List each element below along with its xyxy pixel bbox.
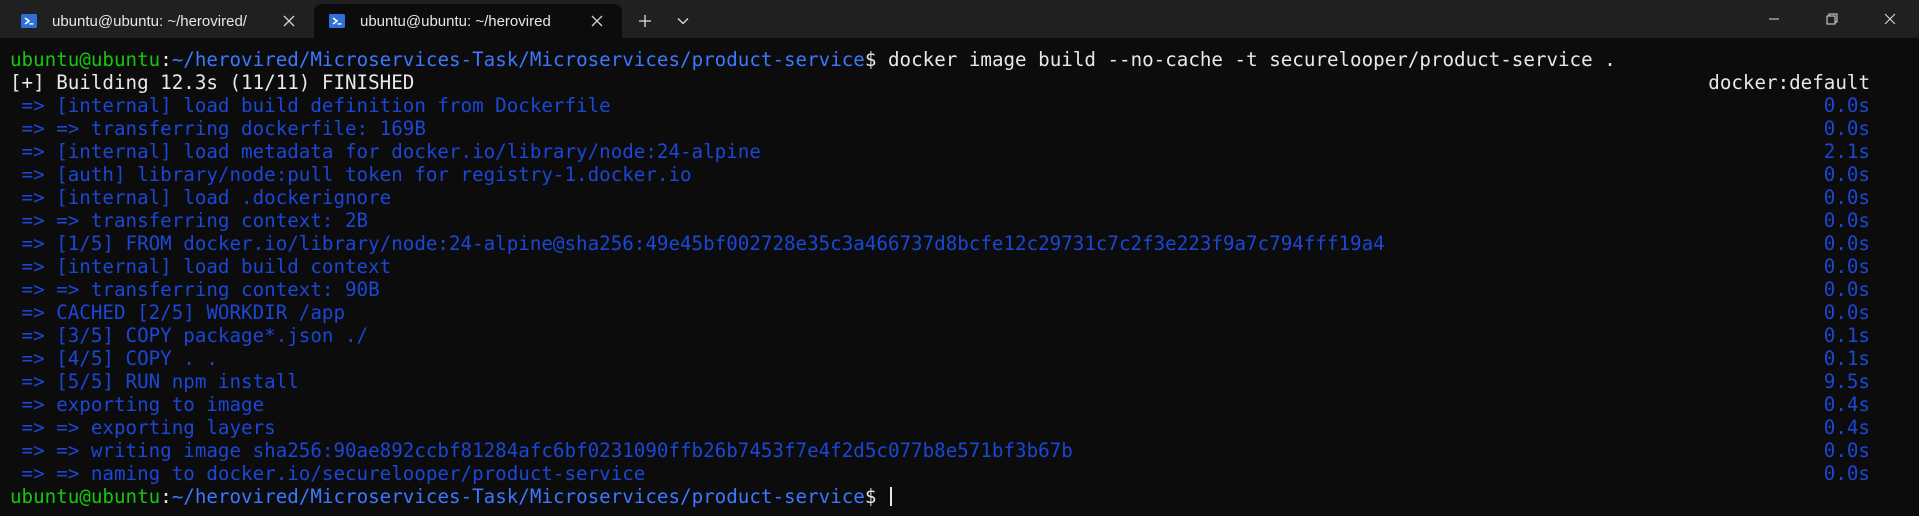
build-step: => => transferring context: 90B 0.0s [10,278,1870,301]
tab-1-close-button[interactable] [276,8,302,34]
plus-icon [639,15,651,27]
command-text: docker image build --no-cache -t securel… [887,48,1616,71]
maximize-button[interactable] [1803,0,1861,38]
build-step: => [internal] load build definition from… [10,94,1870,117]
step-text: => [internal] load build definition from… [10,94,611,117]
step-time: 0.1s [1823,324,1870,347]
step-time: 0.0s [1823,209,1870,232]
step-time: 0.4s [1823,393,1870,416]
builder-name: docker:default [1708,71,1870,94]
prompt-path: ~/herovired/Microservices-Task/Microserv… [171,485,865,508]
title-bar: ubuntu@ubuntu: ~/herovired/ ubuntu@ubunt… [0,0,1919,38]
tab-2[interactable]: ubuntu@ubuntu: ~/herovired [314,4,622,38]
build-step: => [auth] library/node:pull token for re… [10,163,1870,186]
step-time: 0.1s [1823,347,1870,370]
step-text: => [1/5] FROM docker.io/library/node:24-… [10,232,1385,255]
build-step: => exporting to image 0.4s [10,393,1870,416]
build-step: => [4/5] COPY . . 0.1s [10,347,1870,370]
step-time: 0.0s [1823,186,1870,209]
build-status: [+] Building 12.3s (11/11) FINISHED [10,71,415,94]
prompt-user: ubuntu@ubuntu [10,48,161,71]
step-text: => => writing image sha256:90ae892ccbf81… [10,439,1073,462]
close-icon [283,15,295,27]
step-text: => [3/5] COPY package*.json ./ [10,324,369,347]
step-text: => => naming to docker.io/securelooper/p… [10,462,646,485]
step-time: 0.0s [1823,439,1870,462]
step-text: => [internal] load build context [10,255,392,278]
powershell-icon [21,14,37,28]
chevron-down-icon [677,18,689,25]
build-step: => [internal] load metadata for docker.i… [10,140,1870,163]
step-text: => exporting to image [10,393,265,416]
text-cursor [889,487,892,506]
build-step: => => naming to docker.io/securelooper/p… [10,462,1870,485]
close-window-button[interactable] [1861,0,1919,38]
window-controls [1745,0,1919,38]
command-line: ubuntu@ubuntu:~/herovired/Microservices-… [10,48,1870,71]
step-time: 0.0s [1823,301,1870,324]
step-text: => => transferring context: 90B [10,278,380,301]
build-step: => [5/5] RUN npm install 9.5s [10,370,1870,393]
step-time: 0.0s [1823,117,1870,140]
build-header: [+] Building 12.3s (11/11) FINISHED docke… [10,71,1870,94]
close-window-icon [1884,13,1896,25]
prompt-colon: : [160,485,172,508]
terminal-output[interactable]: ubuntu@ubuntu:~/herovired/Microservices-… [0,38,1919,516]
minimize-button[interactable] [1745,0,1803,38]
build-step: => [3/5] COPY package*.json ./ 0.1s [10,324,1870,347]
build-step: => CACHED [2/5] WORKDIR /app 0.0s [10,301,1870,324]
step-text: => [internal] load .dockerignore [10,186,392,209]
minimize-icon [1769,18,1779,20]
step-text: => [5/5] RUN npm install [10,370,299,393]
tab-1[interactable]: ubuntu@ubuntu: ~/herovired/ [6,4,314,38]
step-text: => => exporting layers [10,416,276,439]
build-step: => => transferring dockerfile: 169B 0.0s [10,117,1870,140]
step-text: => CACHED [2/5] WORKDIR /app [10,301,346,324]
new-tab-button[interactable] [626,4,664,38]
tab-dropdown-button[interactable] [664,4,702,38]
prompt-symbol: $ [864,48,888,71]
step-text: => => transferring dockerfile: 169B [10,117,426,140]
step-text: => => transferring context: 2B [10,209,369,232]
step-text: => [auth] library/node:pull token for re… [10,163,692,186]
close-icon [591,15,603,27]
tab-2-label: ubuntu@ubuntu: ~/herovired [360,12,551,30]
powershell-icon [329,14,345,28]
step-time: 0.0s [1823,232,1870,255]
step-time: 0.0s [1823,94,1870,117]
prompt-user: ubuntu@ubuntu [10,485,161,508]
step-time: 0.0s [1823,163,1870,186]
step-time: 0.0s [1823,462,1870,485]
step-text: => [4/5] COPY . . [10,347,218,370]
step-time: 0.0s [1823,255,1870,278]
prompt-path: ~/herovired/Microservices-Task/Microserv… [171,48,865,71]
build-step: => [internal] load build context 0.0s [10,255,1870,278]
build-step: => [1/5] FROM docker.io/library/node:24-… [10,232,1870,255]
prompt-symbol: $ [864,485,888,508]
step-time: 0.0s [1823,278,1870,301]
step-text: => [internal] load metadata for docker.i… [10,140,761,163]
build-step: => => exporting layers 0.4s [10,416,1870,439]
prompt-line[interactable]: ubuntu@ubuntu:~/herovired/Microservices-… [10,485,1870,508]
build-steps: => [internal] load build definition from… [10,94,1919,485]
build-step: => => transferring context: 2B 0.0s [10,209,1870,232]
step-time: 2.1s [1823,140,1870,163]
restore-icon [1826,13,1838,25]
tab-2-close-button[interactable] [584,8,610,34]
step-time: 9.5s [1823,370,1870,393]
prompt-colon: : [160,48,172,71]
step-time: 0.4s [1823,416,1870,439]
build-step: => => writing image sha256:90ae892ccbf81… [10,439,1870,462]
build-step: => [internal] load .dockerignore 0.0s [10,186,1870,209]
tab-1-label: ubuntu@ubuntu: ~/herovired/ [52,12,247,30]
